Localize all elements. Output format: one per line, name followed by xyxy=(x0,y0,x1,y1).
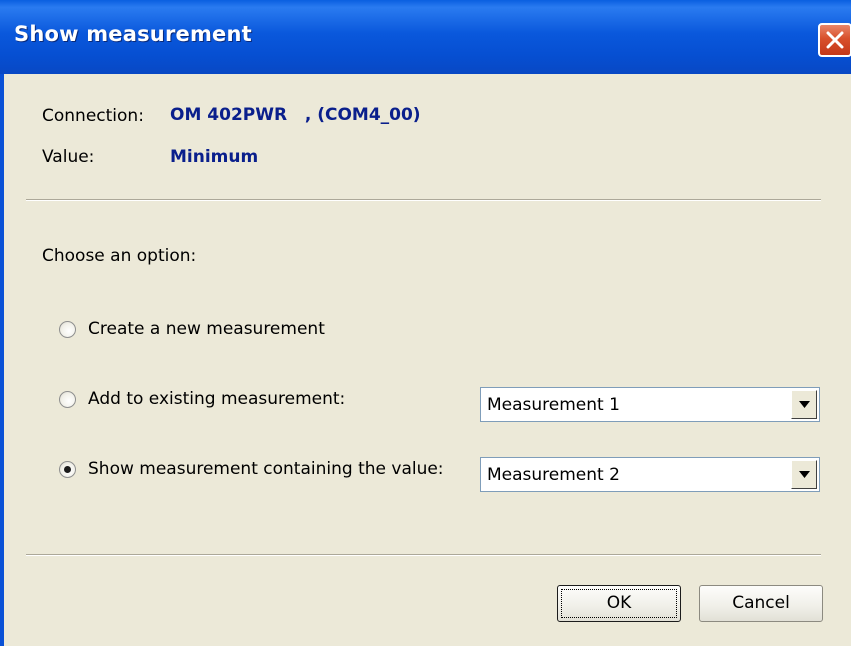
measurement-select-2-dropdown-button[interactable] xyxy=(791,460,817,489)
window-border xyxy=(0,74,4,646)
choose-option-prompt: Choose an option: xyxy=(42,246,197,266)
value-label: Value: xyxy=(42,147,95,167)
measurement-select-1-value: Measurement 1 xyxy=(487,395,620,415)
measurement-select-2[interactable]: Measurement 2 xyxy=(480,457,820,492)
dialog-window: Show measurement Connection: OM 402PWR ,… xyxy=(0,0,851,646)
ok-button[interactable]: OK xyxy=(557,585,681,622)
radio-add-existing[interactable] xyxy=(59,391,76,408)
radio-show-containing-label[interactable]: Show measurement containing the value: xyxy=(88,459,444,479)
chevron-down-icon xyxy=(799,401,810,408)
radio-selected-dot xyxy=(64,466,71,473)
separator-bottom xyxy=(26,554,821,556)
cancel-button[interactable]: Cancel xyxy=(699,585,823,622)
focus-rectangle xyxy=(561,589,677,618)
connection-value: OM 402PWR , (COM4_00) xyxy=(170,105,421,125)
window-title: Show measurement xyxy=(14,22,252,46)
measurement-select-2-value: Measurement 2 xyxy=(487,465,620,485)
chevron-down-icon xyxy=(799,471,810,478)
measurement-select-1[interactable]: Measurement 1 xyxy=(480,387,820,422)
close-icon xyxy=(826,31,844,49)
radio-add-existing-label[interactable]: Add to existing measurement: xyxy=(88,389,345,409)
measurement-select-1-dropdown-button[interactable] xyxy=(791,390,817,419)
cancel-button-label: Cancel xyxy=(732,593,790,613)
radio-create-new[interactable] xyxy=(59,321,76,338)
value-value: Minimum xyxy=(170,147,259,167)
connection-label: Connection: xyxy=(42,106,144,126)
title-bar[interactable]: Show measurement xyxy=(0,0,851,74)
radio-create-new-label[interactable]: Create a new measurement xyxy=(88,319,325,339)
separator-top xyxy=(26,199,821,201)
close-button[interactable] xyxy=(818,23,851,57)
radio-show-containing[interactable] xyxy=(59,461,76,478)
